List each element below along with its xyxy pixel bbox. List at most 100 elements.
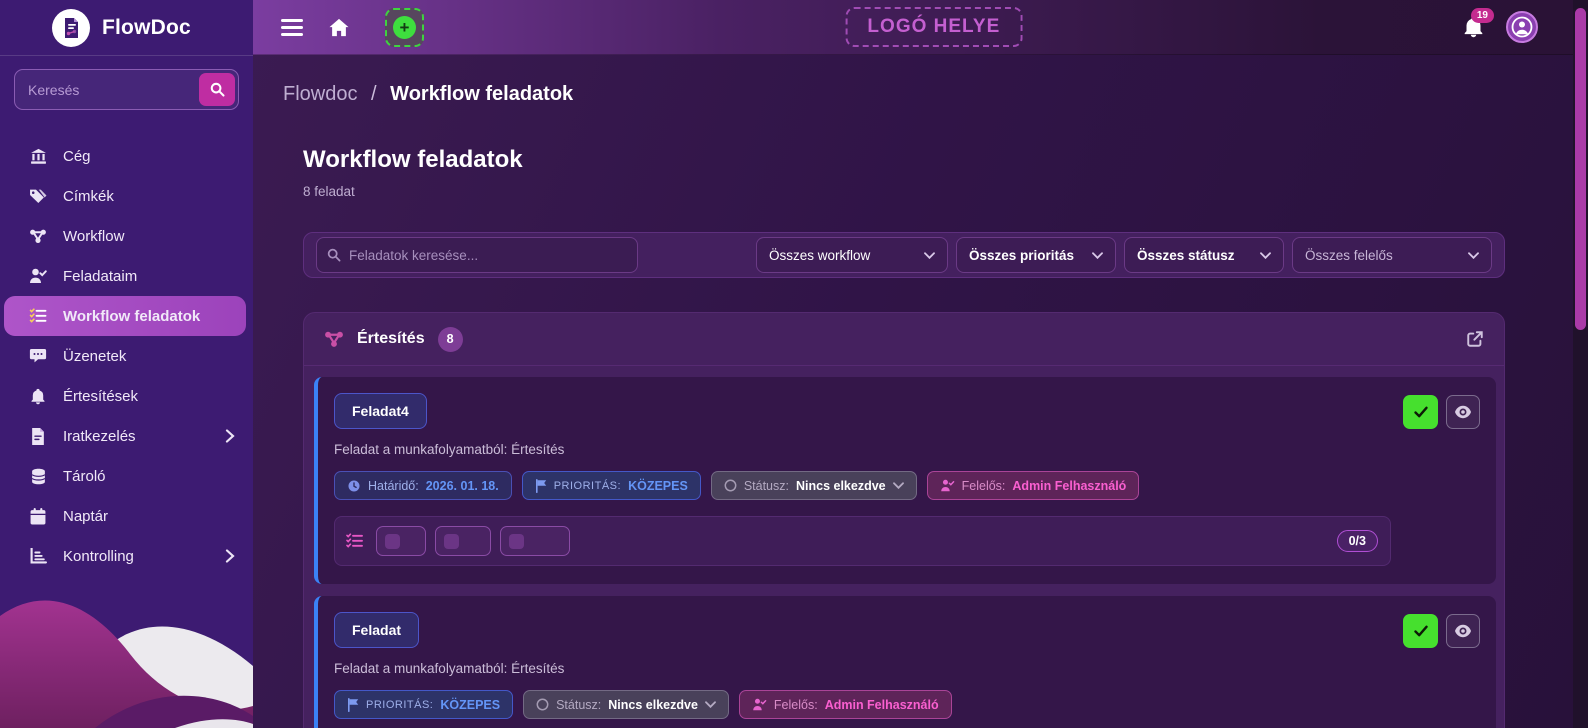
priority-filter-dropdown[interactable]: Összes prioritás (956, 237, 1116, 273)
task-name-button[interactable]: Feladat (334, 612, 420, 648)
dropdown-value: Összes státusz (1137, 247, 1235, 263)
flag-icon (347, 697, 359, 712)
task-description: Feladat a munkafolyamatból: Értesítés (334, 442, 565, 457)
create-button[interactable]: + (385, 7, 424, 47)
chevron-down-icon (705, 701, 716, 708)
sidebar-item-label: Tároló (63, 467, 106, 485)
sidebar-item-label: Üzenetek (63, 347, 127, 365)
task-chips: Határidő: 2026. 01. 18. PRIORITÁS: KÖZEP… (334, 471, 1391, 500)
notifications-button[interactable]: 19 (1463, 8, 1494, 38)
task-actions (1403, 393, 1480, 566)
topbar: + LOGÓ HELYE 19 (253, 0, 1588, 55)
dropdown-value: Összes workflow (769, 247, 871, 263)
dropdown-value: Összes felelős (1305, 247, 1393, 263)
checklist-item-checkbox[interactable] (376, 526, 426, 556)
workflow-icon (324, 330, 344, 348)
assignee-chip: Felelős: Admin Felhasználó (926, 471, 1140, 500)
main-content: Flowdoc / Workflow feladatok Workflow fe… (253, 55, 1588, 728)
checklist-strip: 0/3 (334, 516, 1391, 566)
breadcrumb-root[interactable]: Flowdoc (283, 83, 357, 105)
checklist-item-checkbox[interactable] (500, 526, 570, 556)
sidebar-item-cimkek[interactable]: Címkék (0, 176, 253, 216)
sidebar-item-label: Címkék (63, 187, 114, 205)
sidebar-item-workflow-feladatok[interactable]: Workflow feladatok (4, 296, 246, 336)
scrollbar-thumb[interactable] (1575, 8, 1586, 330)
task-name-button[interactable]: Feladat4 (334, 393, 427, 429)
status-chip-dropdown[interactable]: Státusz: Nincs elkezdve (523, 690, 729, 719)
workflow-task-list: Feladat4 Feladat a munkafolyamatból: Ért… (304, 366, 1504, 728)
person-check-icon (752, 698, 767, 711)
task-search (316, 237, 638, 273)
sidebar-item-kontrolling[interactable]: Kontrolling (0, 536, 253, 576)
breadcrumb: Flowdoc / Workflow feladatok (283, 83, 1505, 106)
sidebar-search-button[interactable] (199, 73, 235, 106)
chart-icon (28, 548, 48, 564)
brand-header: FlowDoc (0, 0, 253, 56)
content-column: + LOGÓ HELYE 19 Flowdoc / Workflow felad… (253, 0, 1588, 728)
complete-task-button[interactable] (1403, 614, 1438, 648)
sidebar-item-label: Iratkezelés (63, 427, 136, 445)
task-row-feladat: Feladat Feladat a munkafolyamatból: Érte… (314, 596, 1496, 728)
avatar[interactable] (1506, 11, 1538, 43)
status-filter-dropdown[interactable]: Összes státusz (1124, 237, 1284, 273)
search-icon (327, 248, 341, 262)
priority-label: PRIORITÁS: (366, 698, 434, 711)
flag-icon (535, 478, 547, 493)
tags-icon (28, 188, 48, 205)
document-icon (28, 427, 48, 445)
priority-chip: PRIORITÁS: KÖZEPES (521, 471, 701, 500)
complete-task-button[interactable] (1403, 395, 1438, 429)
sidebar-item-label: Feladataim (63, 267, 138, 285)
sidebar-search (14, 69, 239, 110)
eye-icon (1454, 405, 1472, 419)
sidebar-nav: Cég Címkék Workflow Feladataim Workflow … (0, 136, 253, 576)
sidebar-item-tarolo[interactable]: Tároló (0, 456, 253, 496)
sidebar-item-uzenetek[interactable]: Üzenetek (0, 336, 253, 376)
person-check-icon (940, 479, 955, 492)
deadline-label: Határidő: (368, 478, 419, 493)
assignee-value: Admin Felhasználó (824, 697, 939, 712)
page-title: Workflow feladatok (303, 146, 523, 173)
workflow-icon (28, 228, 48, 244)
menu-toggle-icon[interactable] (281, 18, 303, 36)
app-window: FlowDoc Cég Címkék Workflow (0, 0, 1588, 728)
view-task-button[interactable] (1446, 614, 1480, 648)
checklist-progress-badge: 0/3 (1336, 530, 1378, 552)
user-check-icon (28, 268, 48, 284)
sidebar-item-ceg[interactable]: Cég (0, 136, 253, 176)
workflow-group-title: Értesítés (357, 330, 425, 347)
workflow-filter-dropdown[interactable]: Összes workflow (756, 237, 948, 273)
sidebar: FlowDoc Cég Címkék Workflow (0, 0, 253, 728)
assignee-value: Admin Felhasználó (1012, 478, 1127, 493)
task-actions (1403, 612, 1480, 719)
checklist-item-checkbox[interactable] (435, 526, 491, 556)
workflow-task-count-badge: 8 (437, 326, 463, 352)
status-circle-icon (724, 479, 737, 492)
sidebar-item-ertesitesek[interactable]: Értesítések (0, 376, 253, 416)
database-icon (28, 468, 48, 485)
priority-value: KÖZEPES (628, 478, 688, 493)
window-scrollbar[interactable] (1573, 0, 1588, 728)
workflow-group-card: Értesítés 8 Feladat4 Feladat a munkafoly… (303, 312, 1505, 728)
checkbox-icon (385, 533, 400, 549)
checklist-icon (346, 533, 363, 549)
sidebar-item-workflow[interactable]: Workflow (0, 216, 253, 256)
breadcrumb-separator: / (371, 83, 377, 105)
status-chip-dropdown[interactable]: Státusz: Nincs elkezdve (710, 471, 917, 500)
chat-icon (28, 348, 48, 364)
sidebar-item-iratkezeles[interactable]: Iratkezelés (0, 416, 253, 456)
calendar-icon (28, 507, 48, 525)
chevron-right-icon (225, 549, 235, 563)
sidebar-item-naptar[interactable]: Naptár (0, 496, 253, 536)
sidebar-item-feladataim[interactable]: Feladataim (0, 256, 253, 296)
filter-bar: Összes workflow Összes prioritás Összes … (303, 232, 1505, 278)
task-description: Feladat a munkafolyamatból: Értesítés (334, 661, 565, 676)
breadcrumb-current: Workflow feladatok (390, 83, 574, 105)
task-search-input[interactable] (349, 247, 627, 263)
view-task-button[interactable] (1446, 395, 1480, 429)
home-icon[interactable] (329, 18, 349, 37)
topbar-actions: 19 (1463, 8, 1560, 43)
chevron-down-icon (924, 251, 935, 259)
assignee-filter-dropdown[interactable]: Összes felelős (1292, 237, 1492, 273)
external-link-icon[interactable] (1466, 330, 1484, 348)
